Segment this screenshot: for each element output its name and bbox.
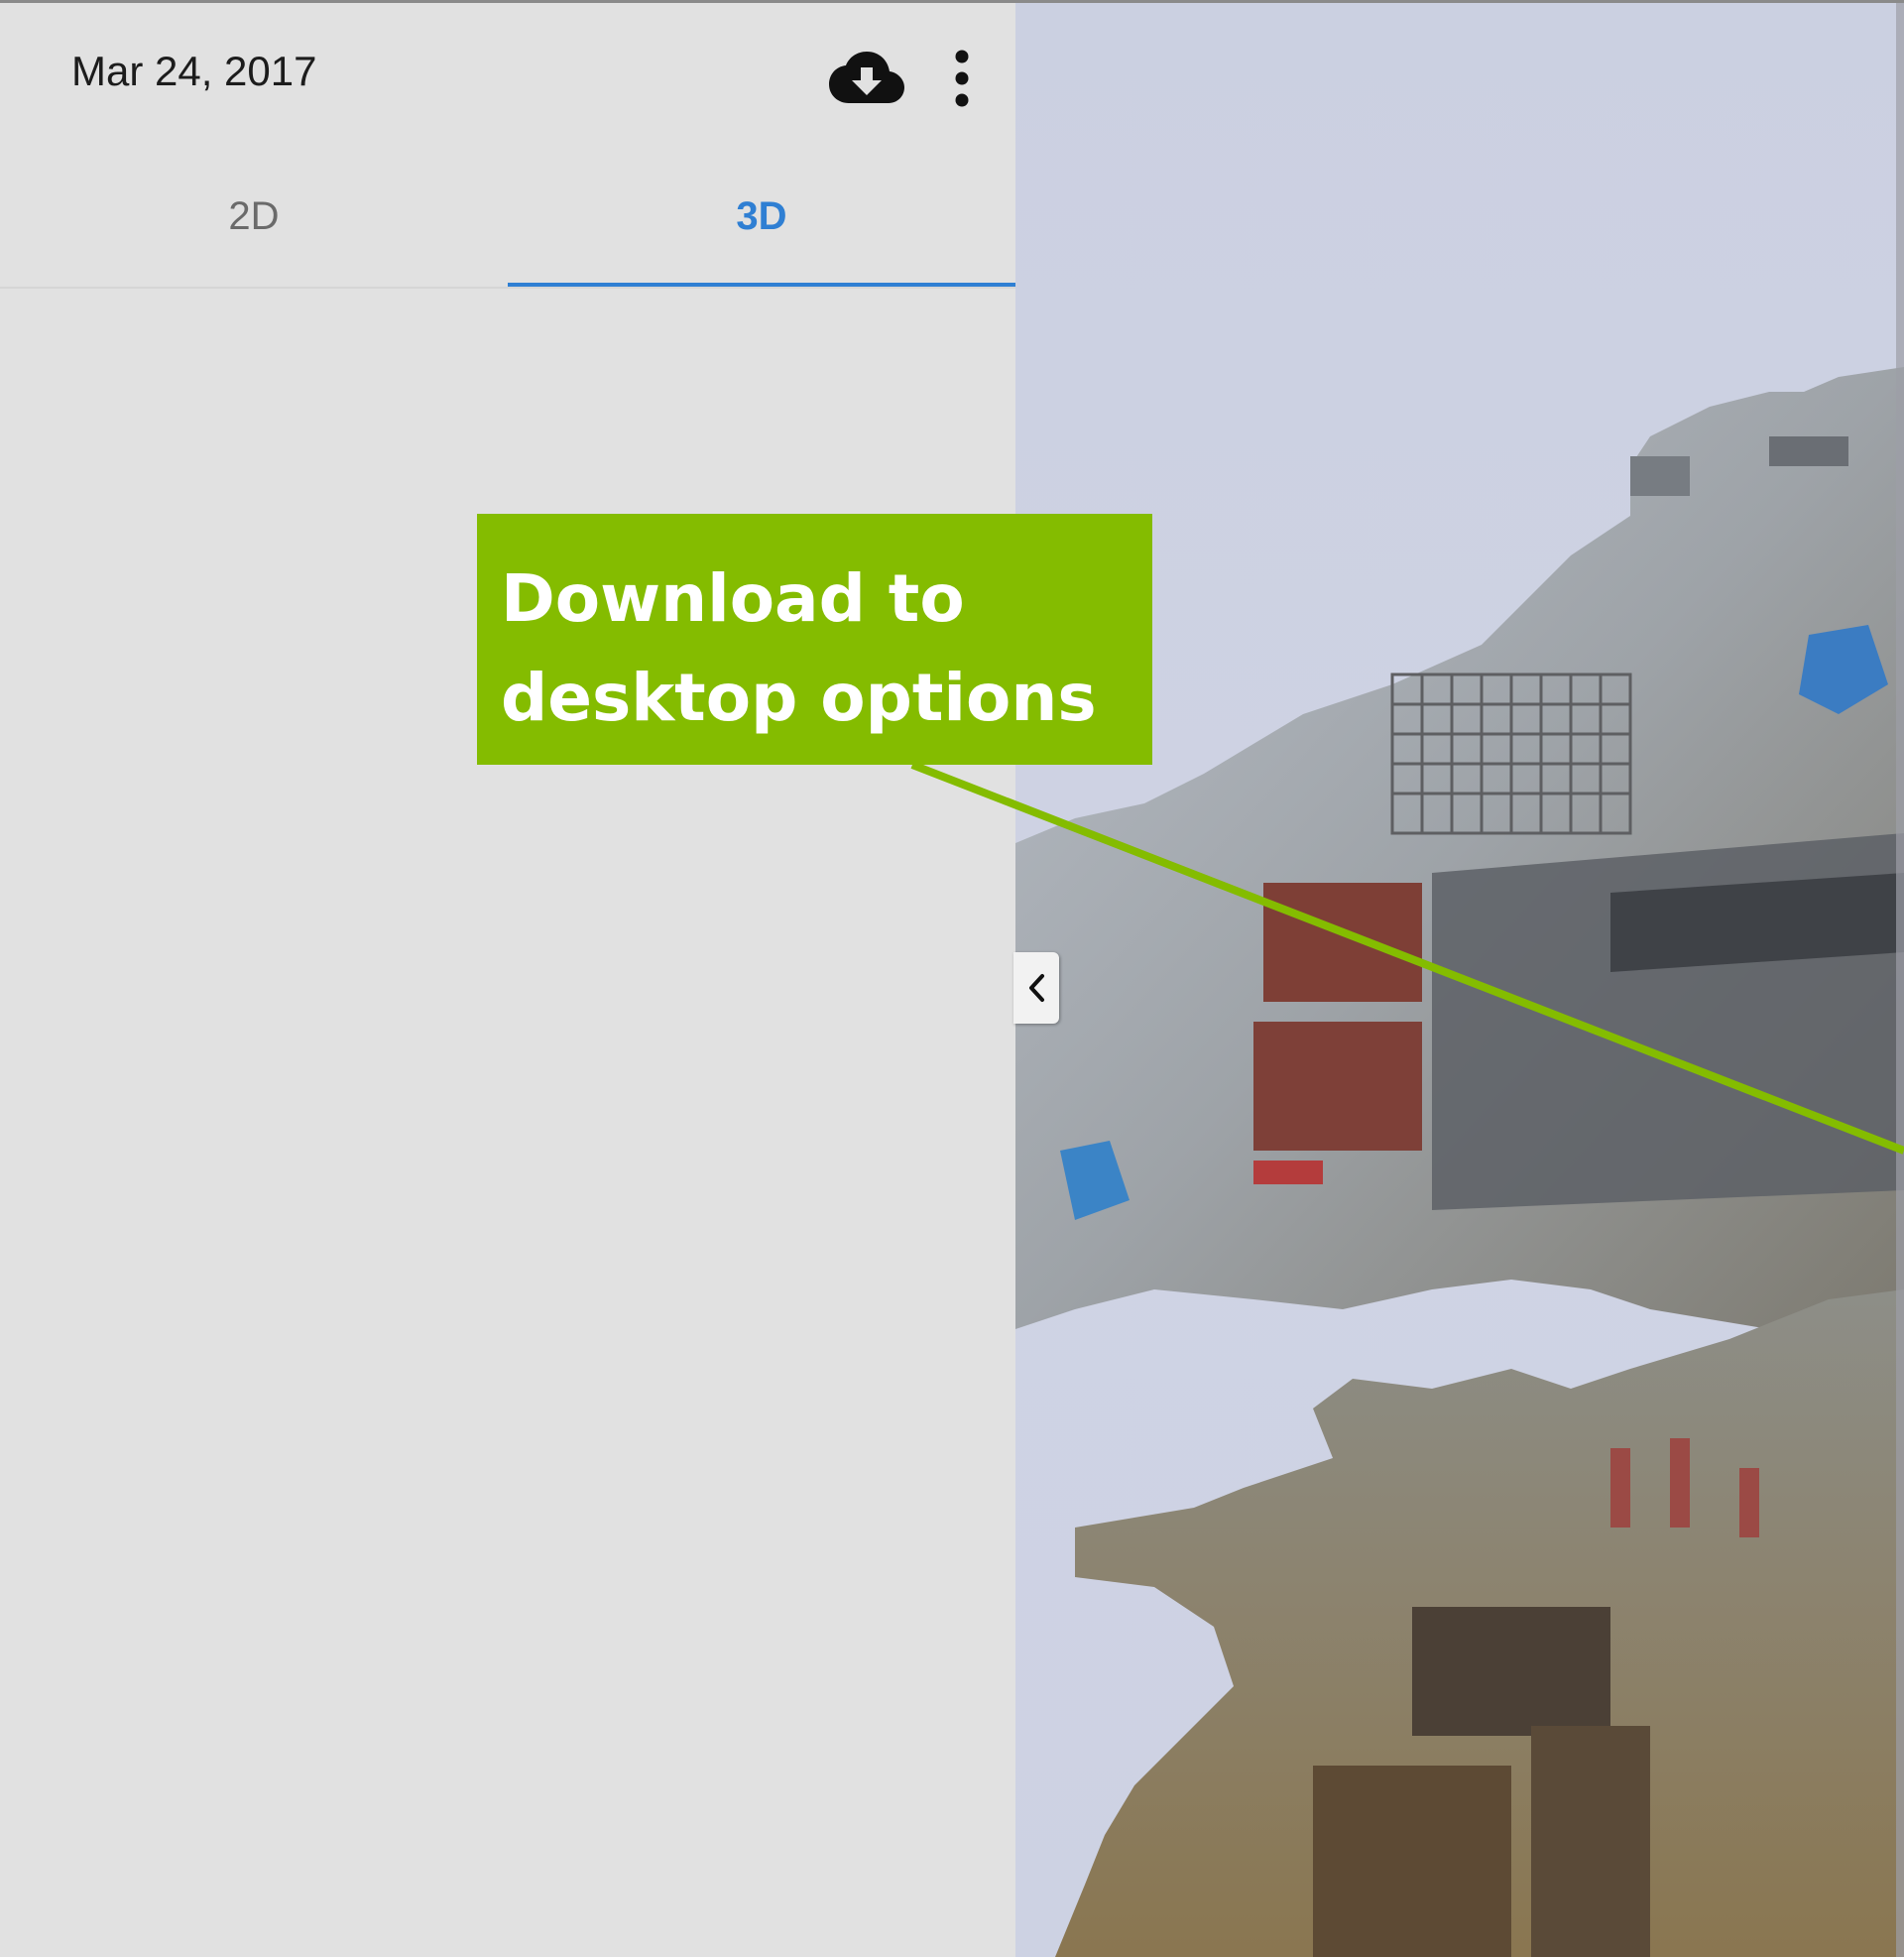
window-top-border xyxy=(0,0,1904,3)
viewport-right-edge xyxy=(1896,0,1904,1957)
annotation-text: Download to desktop options xyxy=(501,560,1097,736)
download-button[interactable] xyxy=(829,50,904,105)
collapse-panel-button[interactable] xyxy=(1013,952,1059,1024)
tab-2d[interactable]: 2D xyxy=(0,159,508,286)
details-panel: Mar 24, 2017 2D 3D xyxy=(0,0,1015,1957)
capture-date: Mar 24, 2017 xyxy=(71,48,317,94)
3d-building-model xyxy=(1015,367,1904,1957)
cloud-download-icon xyxy=(829,52,904,103)
annotation-callout: Download to desktop options xyxy=(477,514,1152,765)
tab-3d[interactable]: 3D xyxy=(508,159,1015,286)
more-options-button[interactable] xyxy=(944,48,980,109)
3d-model-viewport[interactable] xyxy=(1015,0,1904,1957)
tabs-divider xyxy=(0,287,1015,289)
more-vert-icon xyxy=(955,50,969,107)
chevron-left-icon xyxy=(1029,974,1044,1002)
